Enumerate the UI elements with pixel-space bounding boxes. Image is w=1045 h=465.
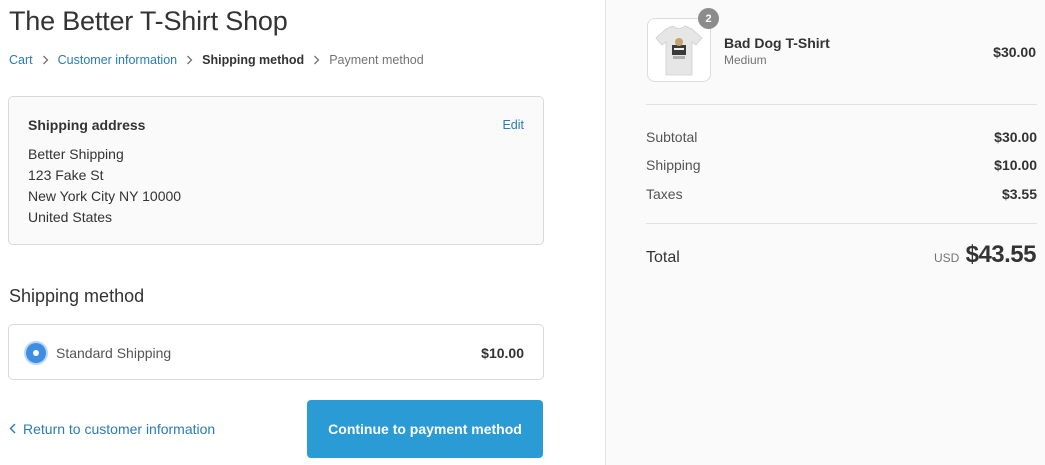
continue-to-payment-button[interactable]: Continue to payment method: [307, 400, 543, 458]
order-summary-sidebar: 2 Bad Dog T-Shirt Medium $30.00 Subtotal…: [605, 0, 1045, 465]
address-line-city: New York City NY 10000: [28, 188, 182, 204]
shop-title[interactable]: The Better T-Shirt Shop: [9, 6, 288, 37]
shipping-option-label: Standard Shipping: [56, 345, 172, 361]
quantity-badge: 2: [698, 8, 719, 29]
subtotal-label: Subtotal: [646, 129, 698, 145]
product-price: $30.00: [993, 44, 1036, 60]
shipping-address-review: Shipping address Edit Better Shipping 12…: [8, 96, 544, 245]
address-line-street: 123 Fake St: [28, 167, 104, 183]
chevron-left-icon: [9, 421, 23, 437]
breadcrumb-customer-information[interactable]: Customer information: [58, 53, 178, 67]
divider: [646, 104, 1037, 105]
chevron-right-icon: [33, 54, 58, 66]
product-variant: Medium: [724, 53, 767, 67]
shipping-option-standard[interactable]: Standard Shipping $10.00: [8, 324, 544, 380]
chevron-right-icon: [177, 54, 202, 66]
breadcrumb-shipping-method: Shipping method: [202, 53, 305, 67]
shipping-value: $10.00: [994, 157, 1037, 173]
address-line-country: United States: [28, 209, 113, 225]
taxes-value: $3.55: [1001, 186, 1037, 202]
shipping-option-price: $10.00: [481, 345, 524, 361]
return-to-customer-information-link[interactable]: Return to customer information: [9, 421, 215, 437]
total-currency: USD: [934, 251, 960, 265]
shipping-address-heading: Shipping address: [28, 117, 146, 133]
shipping-label: Shipping: [646, 157, 701, 173]
subtotal-value: $30.00: [994, 129, 1037, 145]
main-content: The Better T-Shirt Shop Cart Customer in…: [0, 0, 605, 465]
breadcrumb-cart[interactable]: Cart: [9, 53, 33, 67]
address-line-name: Better Shipping: [28, 146, 124, 162]
total-label: Total: [646, 249, 680, 266]
shipping-address-lines: Better Shipping 123 Fake St New York Cit…: [28, 144, 181, 228]
shipping-method-heading: Shipping method: [9, 286, 145, 306]
chevron-right-icon: [304, 54, 329, 66]
breadcrumb-payment-method: Payment method: [329, 53, 424, 67]
divider: [646, 223, 1037, 224]
product-name: Bad Dog T-Shirt: [724, 35, 830, 51]
return-link-label: Return to customer information: [23, 421, 216, 437]
total-amount: $43.55: [965, 241, 1037, 268]
radio-selected-icon[interactable]: [26, 343, 46, 363]
taxes-label: Taxes: [646, 186, 683, 202]
tshirt-product-image: [647, 18, 711, 82]
edit-address-link[interactable]: Edit: [502, 118, 524, 132]
breadcrumb: Cart Customer information Shipping metho…: [9, 53, 424, 67]
